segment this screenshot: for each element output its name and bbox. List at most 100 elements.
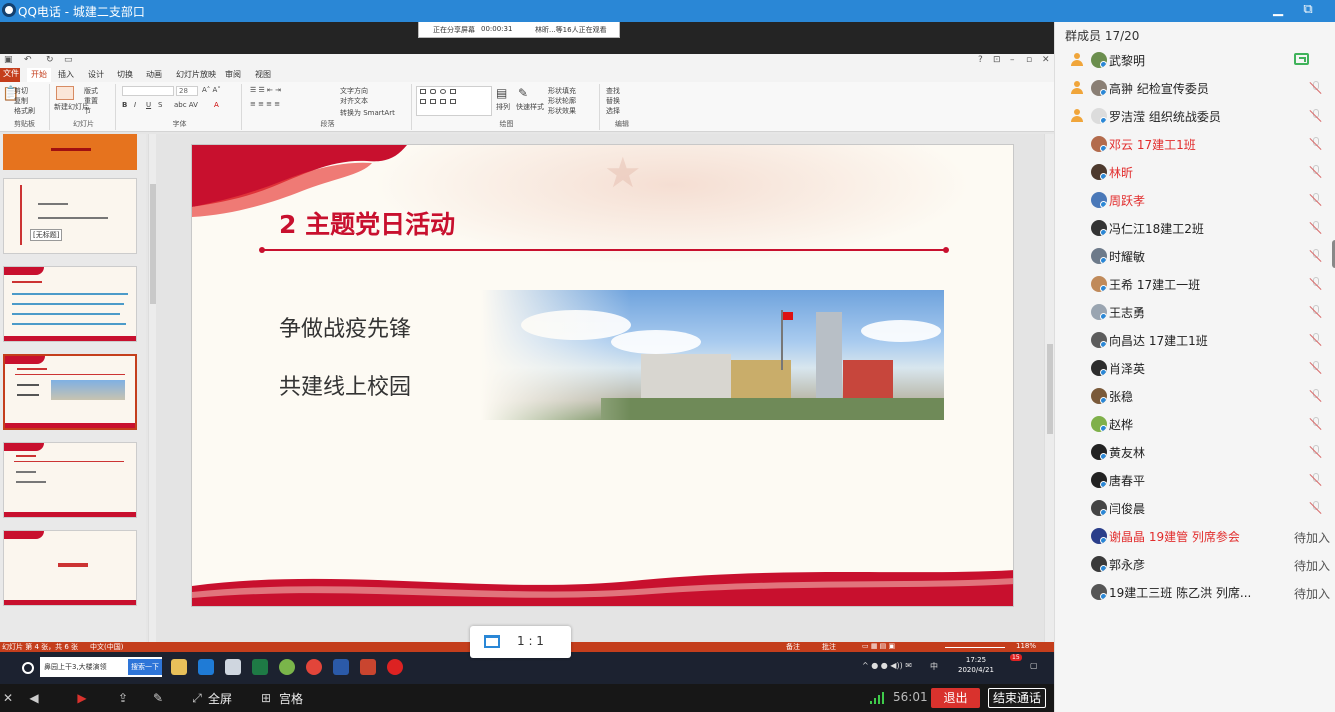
- italic-icon[interactable]: I: [134, 101, 136, 109]
- camera-off-icon[interactable]: ▶: [74, 691, 90, 705]
- avatar[interactable]: [1091, 248, 1107, 264]
- shape-outline-button[interactable]: 形状轮廓: [548, 96, 576, 106]
- font-color-icon[interactable]: A: [214, 101, 219, 109]
- avatar[interactable]: [1091, 164, 1107, 180]
- shape-fill-button[interactable]: 形状填充: [548, 86, 576, 96]
- slide-scrollbar[interactable]: [1044, 134, 1054, 642]
- format-painter-button[interactable]: 格式刷: [14, 106, 35, 116]
- tab-file[interactable]: 文件: [0, 68, 20, 82]
- avatar[interactable]: [1091, 528, 1107, 544]
- star-shape-icon[interactable]: [440, 99, 446, 104]
- slide-scroll-thumb[interactable]: [1047, 344, 1053, 434]
- avatar[interactable]: [1091, 416, 1107, 432]
- avatar[interactable]: [1091, 360, 1107, 376]
- ppt-close-icon[interactable]: ✕: [1042, 55, 1050, 65]
- member-row[interactable]: 张稳: [1055, 382, 1335, 410]
- undo-icon[interactable]: ↶: [24, 55, 32, 65]
- screen-share-icon[interactable]: ⇪: [115, 691, 131, 705]
- avatar[interactable]: [1091, 472, 1107, 488]
- exit-button[interactable]: 退出: [931, 688, 980, 708]
- arrange-button[interactable]: 排列: [496, 102, 510, 112]
- arrange-icon[interactable]: ▤: [496, 86, 507, 100]
- member-row[interactable]: 向昌达 17建工1班: [1055, 326, 1335, 354]
- notes-button[interactable]: 备注: [786, 642, 800, 652]
- avatar[interactable]: [1091, 584, 1107, 600]
- slide-text-line-1[interactable]: 争做战疫先锋: [279, 311, 411, 343]
- member-row[interactable]: 谢晶晶 19建管 列席参会 待加入: [1055, 522, 1335, 550]
- oval-shape-icon[interactable]: [440, 89, 446, 94]
- rectangle-shape-icon[interactable]: [420, 89, 426, 94]
- member-row[interactable]: 19建工三班 陈乙洪 列席... 待加入: [1055, 578, 1335, 606]
- slide-text-line-2[interactable]: 共建线上校园: [279, 369, 411, 401]
- slide-thumbnail-4[interactable]: [3, 354, 137, 430]
- member-row[interactable]: 黄友林: [1055, 438, 1335, 466]
- avatar[interactable]: [1091, 108, 1107, 124]
- campus-photo[interactable]: [481, 290, 944, 420]
- tray-icons[interactable]: ^ ● ● ◀)) ✉: [862, 661, 912, 670]
- avatar[interactable]: [1091, 444, 1107, 460]
- help-icon[interactable]: ?: [978, 55, 983, 65]
- new-slide-icon[interactable]: [56, 86, 74, 100]
- tab-animations[interactable]: 动画: [146, 69, 162, 80]
- quick-styles-icon[interactable]: ✎: [518, 86, 528, 100]
- avatar[interactable]: [1091, 192, 1107, 208]
- member-row[interactable]: 高翀 纪检宣传委员: [1055, 74, 1335, 102]
- bullets-icon[interactable]: ☰ ☰ ⇤ ⇥: [250, 86, 281, 94]
- slideshow-start-icon[interactable]: ▭: [64, 55, 73, 65]
- tab-transitions[interactable]: 切换: [117, 69, 133, 80]
- layout-button[interactable]: 版式: [84, 86, 98, 96]
- align-icons[interactable]: ≡ ≡ ≡ ≡: [250, 100, 280, 108]
- font-size-box[interactable]: 28: [176, 86, 198, 96]
- tab-home[interactable]: 开始: [27, 68, 51, 82]
- avatar[interactable]: [1091, 332, 1107, 348]
- slide-thumbnail-5[interactable]: [3, 442, 137, 518]
- slide-thumbnail-2[interactable]: [无标题]: [3, 178, 137, 254]
- brace-shape-icon[interactable]: [450, 99, 456, 104]
- member-row[interactable]: 赵桦: [1055, 410, 1335, 438]
- avatar[interactable]: [1091, 304, 1107, 320]
- member-row[interactable]: 肖泽英: [1055, 354, 1335, 382]
- grid-button[interactable]: 宫格: [279, 690, 303, 707]
- avatar[interactable]: [1091, 276, 1107, 292]
- member-row[interactable]: 郭永彦 待加入: [1055, 550, 1335, 578]
- member-row[interactable]: 唐春平: [1055, 466, 1335, 494]
- slide-thumbnail-3[interactable]: [3, 266, 137, 342]
- comments-button[interactable]: 批注: [822, 642, 836, 652]
- tab-design[interactable]: 设计: [88, 69, 104, 80]
- shapes-gallery[interactable]: [416, 86, 492, 116]
- text-direction-button[interactable]: 文字方向: [340, 86, 368, 96]
- current-slide[interactable]: ★ 2 主题党日活动 争做战疫先锋 共建线上校园: [191, 144, 1014, 607]
- language-indicator[interactable]: 中文(中国): [90, 642, 123, 652]
- taskbar-search-button[interactable]: 搜索一下: [128, 659, 162, 675]
- chrome-icon[interactable]: [306, 659, 322, 675]
- powerpoint-icon[interactable]: [360, 659, 376, 675]
- zoom-ratio-pill[interactable]: 1 : 1: [470, 626, 571, 658]
- fullscreen-icon[interactable]: ⤢: [189, 691, 205, 705]
- ime-indicator[interactable]: 中: [930, 661, 938, 672]
- zoom-level[interactable]: 118%: [1016, 642, 1036, 650]
- font-name-box[interactable]: [122, 86, 174, 96]
- rounded-rect-shape-icon[interactable]: [430, 89, 436, 94]
- ppt-minimize-icon[interactable]: –: [1010, 55, 1015, 65]
- tab-view[interactable]: 视图: [255, 69, 271, 80]
- avatar[interactable]: [1091, 220, 1107, 236]
- restore-button[interactable]: ⧉: [1297, 2, 1319, 20]
- minimize-button[interactable]: ▁: [1267, 2, 1289, 20]
- end-call-button[interactable]: 结束通话: [988, 688, 1046, 708]
- member-row[interactable]: 武黎明: [1055, 46, 1335, 74]
- find-button[interactable]: 查找: [606, 86, 620, 96]
- ribbon-display-icon[interactable]: ⊡: [993, 55, 1001, 65]
- shape-effects-button[interactable]: 形状效果: [548, 106, 576, 116]
- mic-muted-icon[interactable]: ✕: [0, 691, 16, 705]
- member-row[interactable]: 时耀敏: [1055, 242, 1335, 270]
- replace-button[interactable]: 替换: [606, 96, 620, 106]
- store-icon[interactable]: [225, 659, 241, 675]
- copy-button[interactable]: 复制: [14, 96, 28, 106]
- save-icon[interactable]: ▣: [4, 55, 13, 65]
- speaker-icon[interactable]: ◀: [26, 691, 42, 705]
- avatar[interactable]: [1091, 136, 1107, 152]
- fullscreen-button[interactable]: 全屏: [208, 690, 232, 707]
- thumbnail-scrollbar[interactable]: [148, 134, 156, 642]
- member-row[interactable]: 闫俊晨: [1055, 494, 1335, 522]
- select-button[interactable]: 选择: [606, 106, 620, 116]
